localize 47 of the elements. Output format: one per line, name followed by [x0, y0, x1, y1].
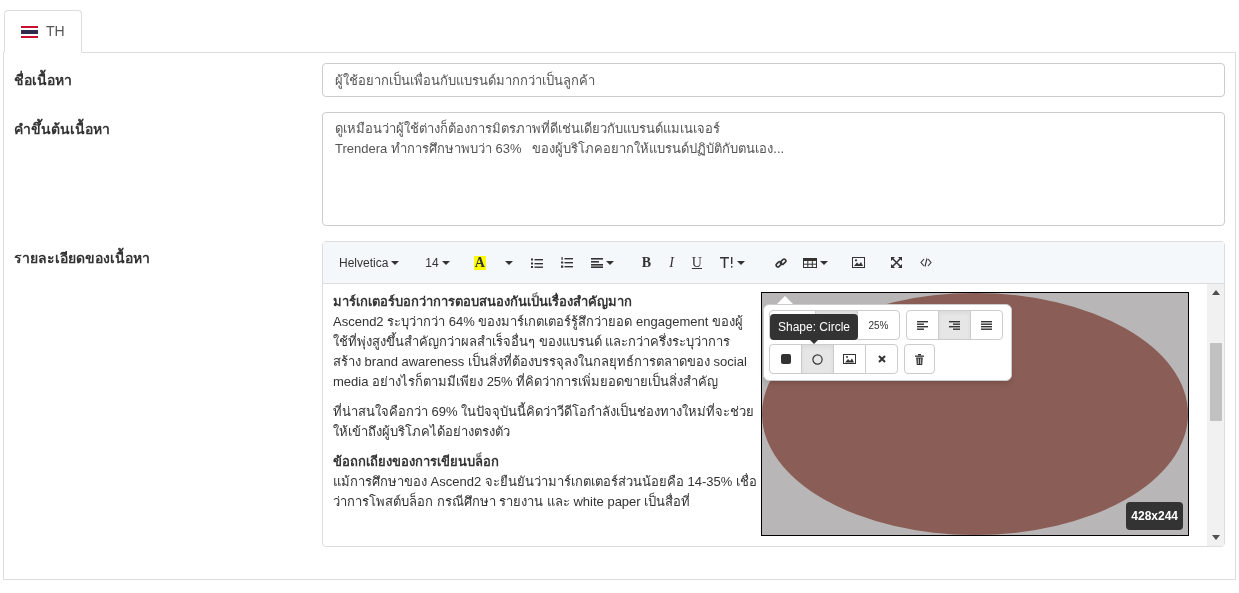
- flag-icon: [21, 25, 38, 38]
- resize-button[interactable]: 25%: [857, 310, 900, 340]
- justify-icon: [981, 320, 992, 330]
- align-button[interactable]: [938, 310, 971, 340]
- field-label: รายละเอียดของเนื้อหา: [14, 241, 322, 547]
- trash-icon: [915, 353, 924, 365]
- align-left-icon: [590, 257, 603, 268]
- rounded-square-icon: [780, 354, 791, 364]
- delete-button[interactable]: [904, 344, 935, 374]
- content-paragraph: ที่น่าสนใจคือกว่า 69% ในปัจจุบันนี้คิดว่าวีดีโอกำลังเป็นช่องทางใหม่ที่จะช่วยให้เข้าถึงผู้บริโภคได้อย่างตรงตัว: [333, 402, 756, 442]
- italic-button[interactable]: I: [661, 248, 682, 277]
- bullet-list-icon: [530, 257, 543, 268]
- text-height-icon: [720, 257, 734, 268]
- field-label: คำขึ้นต้นเนื้อหา: [14, 112, 322, 226]
- align-left-icon: [917, 320, 928, 330]
- shape-button[interactable]: [769, 344, 802, 374]
- content-paragraph: แม้การศึกษาของ Ascend2 จะยืนยันว่ามาร์เกตเตอร์ส่วนน้อยคือ 14-35% เชื่อว่าการโพสต์บล็อก กรณีศึกษา รายงาน และ white paper เป็นสื่อที่: [333, 472, 757, 511]
- content-heading: ข้อถกเถียงของการเขียนบล็อก: [333, 452, 500, 471]
- link-icon: [775, 256, 787, 269]
- circle-icon: [812, 353, 823, 365]
- content-heading: มาร์เกเตอร์บอกว่าการตอบสนองกันเป็นเรื่องสำคัญมาก: [333, 292, 633, 312]
- remove-shape-button[interactable]: [865, 344, 898, 374]
- scrollbar-thumb[interactable]: [1209, 343, 1222, 421]
- align-button[interactable]: [970, 310, 1003, 340]
- code-icon: [920, 258, 932, 267]
- table-icon: [803, 257, 817, 268]
- field-label: ชื่อเนื้อหา: [14, 63, 322, 97]
- scroll-down-arrow-icon[interactable]: [1211, 535, 1220, 540]
- language-tab[interactable]: TH: [4, 10, 82, 53]
- font-dropdown[interactable]: Helvetica: [333, 248, 406, 277]
- thumbnail-icon: [843, 354, 856, 364]
- image-size-badge: 428x244: [1126, 502, 1183, 530]
- numbered-list-icon: [560, 257, 573, 268]
- bold-button[interactable]: B: [633, 248, 660, 277]
- text-color-button[interactable]: A: [467, 248, 492, 277]
- shape-button[interactable]: [833, 344, 866, 374]
- title-input[interactable]: ผู้ใช้อยากเป็นเพื่อนกับแบรนด์มากกว่าเป็นลูกค้า: [322, 63, 1225, 97]
- summary-textarea[interactable]: ดูเหมือนว่าผู้ใช้ต่างก็ต้องการมิตรภาพที่ดีเช่นเดียวกับแบรนด์แมเนเจอร์ Trendera ทำการศึกษาพบว่า 63% ของผู้บริโภคอยากให้แบรนด์ปฏิบัติกับตนเอง...: [322, 112, 1225, 226]
- underline-button[interactable]: U: [683, 248, 710, 277]
- close-icon: [877, 355, 886, 363]
- picture-icon: [852, 257, 865, 268]
- content-paragraph: Ascend2 ระบุว่ากว่า 64% ของมาร์เกตเตอร์รู้สึกว่ายอด engagement ของผู้ใช้ที่พุ่งสูงขึ้นสำคัญกว่าผลสำเร็จอื่นๆ ของแบรนด์ และกว่าครึ่งระบุว่าการสร้าง brand awareness เป็นสิ่งที่ต้องบรรจุลงในกลยุทธ์การตลาดของ social media อย่างไรก็ตามมีเพียง 25% ที่คิดว่าการเพิ่มยอดขายเป็นสิ่งสำคัญ: [333, 313, 748, 391]
- font-size-dropdown[interactable]: 14: [419, 248, 456, 277]
- scroll-up-arrow-icon[interactable]: [1211, 290, 1220, 295]
- expand-icon: [891, 257, 902, 268]
- align-button[interactable]: [906, 310, 939, 340]
- align-right-icon: [949, 320, 960, 330]
